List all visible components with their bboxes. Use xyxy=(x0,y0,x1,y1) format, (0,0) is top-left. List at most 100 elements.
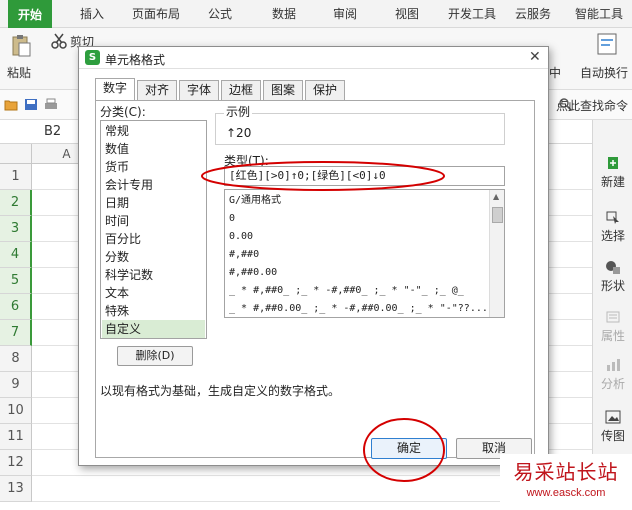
row-header[interactable]: 1 xyxy=(0,164,32,190)
cut-icon[interactable] xyxy=(50,32,68,50)
category-item[interactable]: 会计专用 xyxy=(105,176,153,194)
wps-logo-icon: S xyxy=(85,50,100,65)
category-item[interactable]: 货币 xyxy=(105,158,129,176)
tab-view[interactable]: 视图 xyxy=(395,5,419,22)
new-icon xyxy=(608,157,618,169)
row-header[interactable]: 5 xyxy=(0,268,32,294)
center-label[interactable]: 中 xyxy=(549,64,561,81)
category-item[interactable]: 文本 xyxy=(105,284,129,302)
format-item[interactable]: #,##0 xyxy=(229,246,259,264)
watermark-title: 易采站长站 xyxy=(513,460,619,484)
tab-review[interactable]: 审阅 xyxy=(333,5,357,22)
format-item[interactable]: _ * #,##0_ ;_ * -#,##0_ ;_ * "-"_ ;_ @_ xyxy=(229,282,464,300)
category-item[interactable]: 时间 xyxy=(105,212,129,230)
side-properties-label: 属性 xyxy=(600,329,625,343)
image-icon xyxy=(605,410,621,424)
paste-label[interactable]: 粘贴 xyxy=(7,64,31,81)
row-header[interactable]: 13 xyxy=(0,476,32,502)
wrap-text-label[interactable]: 自动换行 xyxy=(580,64,628,81)
select-all-corner[interactable] xyxy=(0,144,32,164)
format-item[interactable]: _ * #,##0.00_ ;_ * -#,##0.00_ ;_ * "-"??… xyxy=(229,300,488,318)
format-cells-dialog: S 单元格格式 ✕ 数字 对齐 字体 边框 图案 保护 分类(C): 常规 数值… xyxy=(78,46,549,466)
category-item[interactable]: 日期 xyxy=(105,194,129,212)
format-item[interactable]: 0.00 xyxy=(229,228,253,246)
format-item[interactable]: #,##0.00 xyxy=(229,264,277,282)
category-item-selected[interactable]: 自定义 xyxy=(105,320,141,338)
ribbon-tab-bar: 开始 插入 页面布局 公式 数据 审阅 视图 开发工具 云服务 智能工具 xyxy=(0,0,632,28)
category-item[interactable]: 分数 xyxy=(105,248,129,266)
delete-button[interactable]: 删除(D) xyxy=(117,346,193,366)
dialog-title-bar[interactable]: S 单元格格式 ✕ xyxy=(79,47,548,69)
wrap-text-icon[interactable] xyxy=(596,32,618,56)
properties-icon xyxy=(606,311,620,323)
row-header[interactable]: 12 xyxy=(0,450,32,476)
sample-value: ↑20 xyxy=(226,126,252,140)
sample-group-box xyxy=(215,113,505,145)
sample-label: 示例 xyxy=(224,103,253,120)
paste-icon[interactable] xyxy=(10,34,32,58)
category-item[interactable]: 科学记数 xyxy=(105,266,153,284)
tab-insert[interactable]: 插入 xyxy=(80,5,104,22)
row-header[interactable]: 6 xyxy=(0,294,32,320)
print-icon[interactable] xyxy=(44,98,58,111)
shape-icon xyxy=(606,261,620,274)
category-item[interactable]: 百分比 xyxy=(105,230,141,248)
format-list[interactable]: G/通用格式 0 0.00 #,##0 #,##0.00 _ * #,##0_ … xyxy=(224,189,505,318)
side-shape-button[interactable]: 形状 xyxy=(593,260,632,294)
tab-alignment[interactable]: 对齐 xyxy=(137,80,177,100)
tab-home[interactable]: 开始 xyxy=(8,0,53,28)
tab-pattern[interactable]: 图案 xyxy=(263,80,303,100)
row-header[interactable]: 7 xyxy=(0,320,32,346)
watermark-url: www.easck.com xyxy=(526,487,606,499)
side-new-label: 新建 xyxy=(600,175,625,189)
close-icon[interactable]: ✕ xyxy=(529,49,541,65)
category-item[interactable]: 数值 xyxy=(105,140,129,158)
tab-developer[interactable]: 开发工具 xyxy=(448,5,496,22)
select-icon xyxy=(606,211,619,224)
row-header[interactable]: 8 xyxy=(0,346,32,372)
row-header[interactable]: 4 xyxy=(0,242,32,268)
watermark: 易采站长站 www.easck.com xyxy=(500,454,632,510)
side-task-panel: 新建 选择 形状 属性 分析 传图 xyxy=(592,120,632,510)
format-description: 以现有格式为基础，生成自定义的数字格式。 xyxy=(100,384,341,398)
type-input[interactable]: [红色][>0]↑0;[绿色][<0]↓0 xyxy=(224,166,505,186)
tab-data[interactable]: 数据 xyxy=(272,5,296,22)
format-item[interactable]: G/通用格式 xyxy=(229,192,281,210)
open-folder-icon[interactable] xyxy=(4,98,18,111)
side-select-button[interactable]: 选择 xyxy=(593,210,632,244)
scroll-thumb[interactable] xyxy=(492,207,503,223)
side-shape-label: 形状 xyxy=(600,279,625,293)
row-header[interactable]: 11 xyxy=(0,424,32,450)
category-label: 分类(C): xyxy=(100,105,146,119)
tab-smart-tools[interactable]: 智能工具 xyxy=(575,5,623,22)
save-icon[interactable] xyxy=(24,98,38,111)
format-item[interactable]: 0 xyxy=(229,210,235,228)
row-header[interactable]: 3 xyxy=(0,216,32,242)
tab-font[interactable]: 字体 xyxy=(179,80,219,100)
tab-page-layout[interactable]: 页面布局 xyxy=(132,5,180,22)
side-image-button[interactable]: 传图 xyxy=(593,410,632,444)
side-select-label: 选择 xyxy=(600,229,625,243)
row-header[interactable]: 10 xyxy=(0,398,32,424)
tab-number[interactable]: 数字 xyxy=(95,78,135,100)
name-box[interactable]: B2 xyxy=(44,124,61,139)
scroll-up-icon[interactable]: ▲ xyxy=(493,192,499,201)
row-header[interactable]: 2 xyxy=(0,190,32,216)
tab-cloud[interactable]: 云服务 xyxy=(515,5,551,22)
side-image-label: 传图 xyxy=(600,429,625,443)
side-properties-button[interactable]: 属性 xyxy=(593,310,632,344)
side-new-button[interactable]: 新建 xyxy=(593,156,632,190)
side-analysis-label: 分析 xyxy=(600,377,625,391)
analysis-icon xyxy=(607,359,620,371)
category-item[interactable]: 特殊 xyxy=(105,302,129,320)
ok-button[interactable]: 确定 xyxy=(371,438,447,459)
category-list[interactable]: 常规 数值 货币 会计专用 日期 时间 百分比 分数 科学记数 文本 特殊 自定… xyxy=(100,120,207,339)
side-analysis-button[interactable]: 分析 xyxy=(593,358,632,392)
tab-formulas[interactable]: 公式 xyxy=(208,5,232,22)
category-item[interactable]: 常规 xyxy=(105,122,129,140)
find-command-label[interactable]: 点此查找命令 xyxy=(556,97,628,114)
tab-protection[interactable]: 保护 xyxy=(305,80,345,100)
format-list-scrollbar[interactable]: ▲ xyxy=(489,190,504,317)
row-header[interactable]: 9 xyxy=(0,372,32,398)
tab-border[interactable]: 边框 xyxy=(221,80,261,100)
